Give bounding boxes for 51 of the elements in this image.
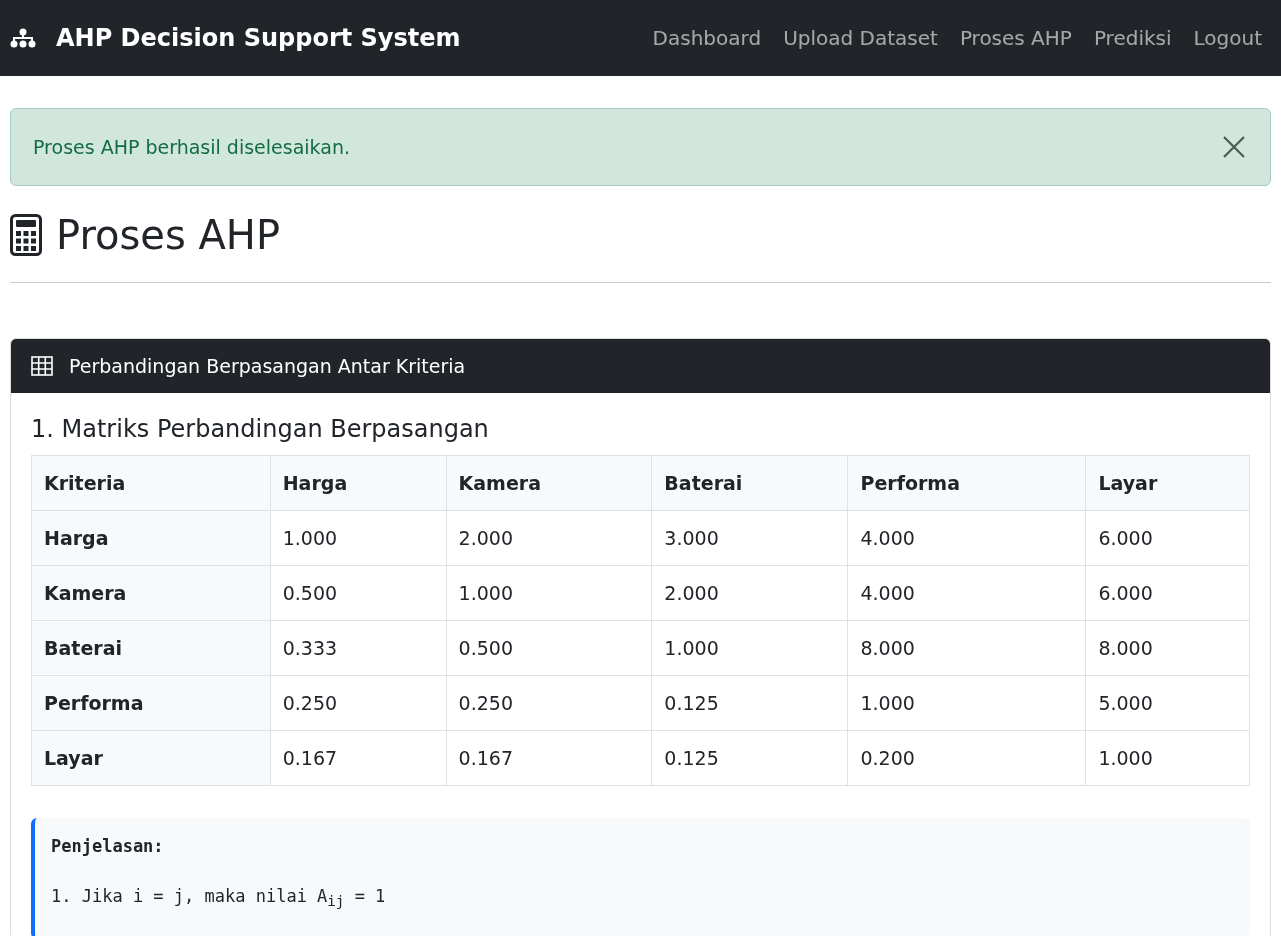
table-cell: 0.500 xyxy=(446,620,652,676)
table-cell: 0.333 xyxy=(270,620,447,676)
table-cell: 2.000 xyxy=(651,565,848,621)
table-cell: 1.000 xyxy=(651,620,848,676)
column-header: Kriteria xyxy=(31,455,271,511)
nav-link[interactable]: Logout xyxy=(1182,26,1273,50)
table-cell: 0.125 xyxy=(651,730,848,786)
table-cell: 0.250 xyxy=(446,675,652,731)
row-header: Layar xyxy=(31,730,271,786)
nav-link[interactable]: Prediksi xyxy=(1082,26,1183,50)
table-cell: 4.000 xyxy=(847,510,1086,566)
table-cell: 3.000 xyxy=(651,510,848,566)
column-header: Performa xyxy=(847,455,1086,511)
column-header: Harga xyxy=(270,455,447,511)
column-header: Kamera xyxy=(446,455,652,511)
explanation-heading: Penjelasan: xyxy=(51,836,165,856)
nav-link[interactable]: Proses AHP xyxy=(948,26,1083,50)
table-cell: 8.000 xyxy=(1085,620,1250,676)
explanation-line: 1. Jika i = j, maka nilai A$_{ij}$ = 1 xyxy=(51,886,387,910)
table-cell: 0.200 xyxy=(847,730,1086,786)
nav-link[interactable]: Dashboard xyxy=(641,26,773,50)
table-cell: 2.000 xyxy=(446,510,652,566)
table-cell: 8.000 xyxy=(847,620,1086,676)
table-cell: 1.000 xyxy=(270,510,447,566)
alert-message: Proses AHP berhasil diselesaikan. xyxy=(33,136,350,158)
section-title: 1. Matriks Perbandingan Berpasangan xyxy=(31,415,490,443)
page-title: Proses AHP xyxy=(56,212,281,258)
column-header: Layar xyxy=(1085,455,1250,511)
brand-title[interactable]: AHP Decision Support System xyxy=(56,24,461,52)
table-icon xyxy=(31,356,53,376)
table-cell: 0.250 xyxy=(270,675,447,731)
table-cell: 5.000 xyxy=(1085,675,1250,731)
sitemap-icon xyxy=(10,28,36,48)
row-header: Performa xyxy=(31,675,271,731)
table-cell: 1.000 xyxy=(446,565,652,621)
table-cell: 0.167 xyxy=(270,730,447,786)
row-header: Kamera xyxy=(31,565,271,621)
card-title: Perbandingan Berpasangan Antar Kriteria xyxy=(69,355,466,377)
column-header: Baterai xyxy=(651,455,848,511)
table-cell: 4.000 xyxy=(847,565,1086,621)
calculator-icon xyxy=(10,214,42,256)
table-cell: 6.000 xyxy=(1085,510,1250,566)
table-cell: 0.125 xyxy=(651,675,848,731)
table-cell: 0.167 xyxy=(446,730,652,786)
row-header: Harga xyxy=(31,510,271,566)
table-cell: 1.000 xyxy=(847,675,1086,731)
table-cell: 0.500 xyxy=(270,565,447,621)
row-header: Baterai xyxy=(31,620,271,676)
table-cell: 1.000 xyxy=(1085,730,1250,786)
nav-link[interactable]: Upload Dataset xyxy=(772,26,949,50)
table-cell: 6.000 xyxy=(1085,565,1250,621)
